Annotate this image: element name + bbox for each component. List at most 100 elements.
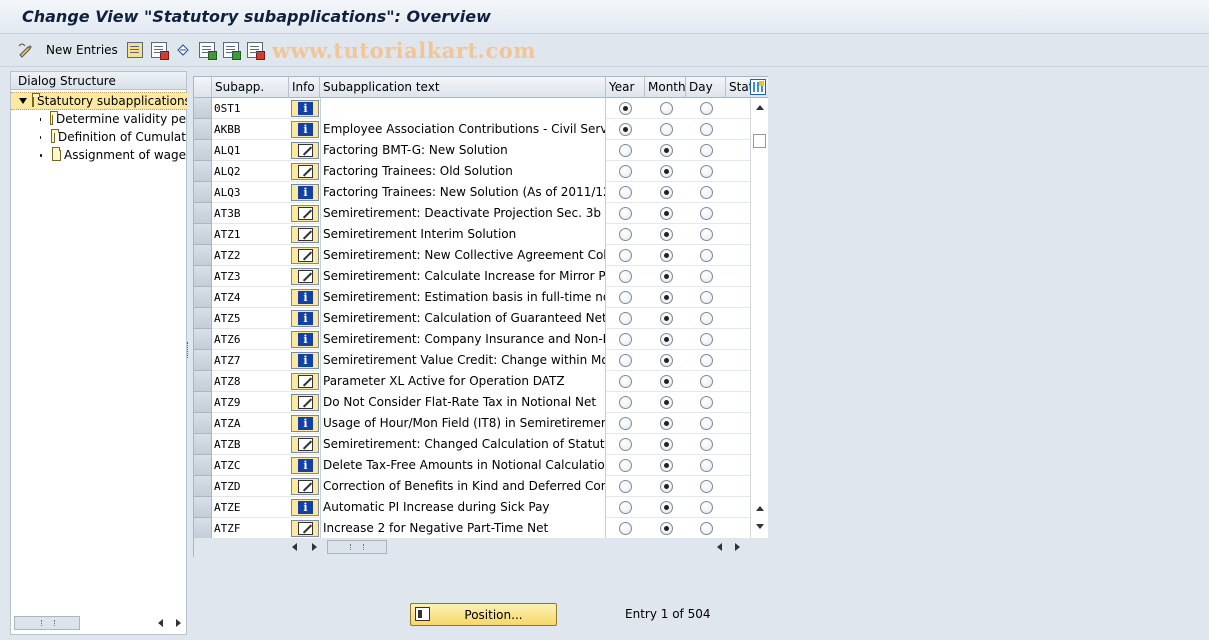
month-radio[interactable] [660, 312, 673, 325]
subapplication-text-field[interactable]: Automatic PI Increase during Sick Pay [320, 497, 606, 518]
row-selector[interactable] [194, 287, 212, 308]
info-button[interactable]: i [291, 184, 319, 201]
month-radio[interactable] [660, 186, 673, 199]
display-change-button[interactable] [18, 41, 34, 59]
expand-triangle-icon[interactable] [19, 98, 27, 104]
day-radio[interactable] [700, 375, 713, 388]
row-selector[interactable] [194, 350, 212, 371]
year-radio[interactable] [619, 333, 632, 346]
month-radio[interactable] [660, 228, 673, 241]
column-header-month[interactable]: Month [645, 77, 686, 98]
year-radio[interactable] [619, 459, 632, 472]
day-radio[interactable] [700, 438, 713, 451]
subapplication-text-field[interactable]: Semiretirement: Deactivate Projection Se… [320, 203, 606, 224]
day-radio[interactable] [700, 249, 713, 262]
day-radio[interactable] [700, 144, 713, 157]
row-selector[interactable] [194, 245, 212, 266]
day-radio[interactable] [700, 501, 713, 514]
row-selector[interactable] [194, 308, 212, 329]
day-radio[interactable] [700, 354, 713, 367]
month-radio[interactable] [660, 123, 673, 136]
tree-node-definition-of-cumulation[interactable]: Definition of Cumulat [40, 128, 186, 146]
scroll-right-icon[interactable] [176, 619, 181, 627]
subapplication-text-field[interactable]: Semiretirement: New Collective Agreement… [320, 245, 606, 266]
row-selector[interactable] [194, 266, 212, 287]
tree-node-assignment-of-wage[interactable]: Assignment of wage [40, 146, 186, 164]
scroll-down-icon[interactable] [756, 524, 764, 529]
select-block-button[interactable] [223, 41, 241, 60]
month-radio[interactable] [660, 291, 673, 304]
day-radio[interactable] [700, 480, 713, 493]
subapplication-text-field[interactable]: Semiretirement Value Credit: Change with… [320, 350, 606, 371]
month-radio[interactable] [660, 375, 673, 388]
scroll-left-icon[interactable] [717, 543, 722, 551]
scroll-left-icon[interactable] [292, 543, 297, 551]
subapplication-text-field[interactable]: Employee Association Contributions - Civ… [320, 119, 606, 140]
month-radio[interactable] [660, 102, 673, 115]
subapplication-text-field[interactable]: Semiretirement: Company Insurance and No… [320, 329, 606, 350]
year-radio[interactable] [619, 501, 632, 514]
month-radio[interactable] [660, 144, 673, 157]
table-settings-icon[interactable] [750, 79, 766, 95]
day-radio[interactable] [700, 207, 713, 220]
info-button[interactable]: i [291, 310, 319, 327]
info-button[interactable]: i [291, 457, 319, 474]
row-selector[interactable] [194, 182, 212, 203]
row-selector[interactable] [194, 497, 212, 518]
month-radio[interactable] [660, 459, 673, 472]
row-selector[interactable] [194, 392, 212, 413]
day-radio[interactable] [700, 333, 713, 346]
info-button[interactable]: i [291, 289, 319, 306]
info-button[interactable]: i [291, 331, 319, 348]
row-selector[interactable] [194, 413, 212, 434]
year-radio[interactable] [619, 123, 632, 136]
info-button[interactable] [291, 436, 319, 453]
row-selector[interactable] [194, 455, 212, 476]
info-button[interactable] [291, 268, 319, 285]
month-radio[interactable] [660, 354, 673, 367]
year-radio[interactable] [619, 165, 632, 178]
deselect-all-button[interactable] [247, 41, 265, 60]
month-radio[interactable] [660, 270, 673, 283]
info-button[interactable]: i [291, 121, 319, 138]
info-button[interactable] [291, 226, 319, 243]
month-radio[interactable] [660, 438, 673, 451]
subapplication-text-field[interactable]: Semiretirement: Calculate Increase for M… [320, 266, 606, 287]
year-radio[interactable] [619, 354, 632, 367]
subapplication-text-field[interactable]: Semiretirement: Changed Calculation of S… [320, 434, 606, 455]
horizontal-scrollbar[interactable] [14, 616, 185, 630]
delete-button[interactable] [151, 41, 169, 60]
month-radio[interactable] [660, 396, 673, 409]
info-button[interactable]: i [291, 499, 319, 516]
scroll-up-icon[interactable] [756, 105, 764, 110]
info-button[interactable] [291, 394, 319, 411]
subapplication-text-field[interactable]: Parameter XL Active for Operation DATZ [320, 371, 606, 392]
subapplication-text-field[interactable] [320, 98, 606, 119]
subapplication-text-field[interactable]: Usage of Hour/Mon Field (IT8) in Semiret… [320, 413, 606, 434]
select-all-button[interactable] [199, 41, 217, 60]
day-radio[interactable] [700, 102, 713, 115]
row-selector[interactable] [194, 224, 212, 245]
month-radio[interactable] [660, 417, 673, 430]
info-button[interactable] [291, 142, 319, 159]
subapplication-text-field[interactable]: Factoring Trainees: Old Solution [320, 161, 606, 182]
scroll-left-icon[interactable] [158, 619, 163, 627]
scrollbar-thumb[interactable] [327, 540, 387, 554]
year-radio[interactable] [619, 375, 632, 388]
year-radio[interactable] [619, 291, 632, 304]
new-entries-button[interactable]: New Entries [46, 41, 118, 59]
subapplication-text-field[interactable]: Semiretirement: Estimation basis in full… [320, 287, 606, 308]
day-radio[interactable] [700, 522, 713, 535]
info-button[interactable] [291, 373, 319, 390]
info-button[interactable] [291, 520, 319, 537]
horizontal-scrollbar[interactable] [194, 538, 768, 557]
year-radio[interactable] [619, 480, 632, 493]
row-selector[interactable] [194, 371, 212, 392]
row-selector[interactable] [194, 518, 212, 539]
position-button[interactable]: Position... [410, 603, 557, 626]
year-radio[interactable] [619, 396, 632, 409]
row-selector[interactable] [194, 203, 212, 224]
day-radio[interactable] [700, 228, 713, 241]
scroll-right-icon[interactable] [735, 543, 740, 551]
year-radio[interactable] [619, 312, 632, 325]
